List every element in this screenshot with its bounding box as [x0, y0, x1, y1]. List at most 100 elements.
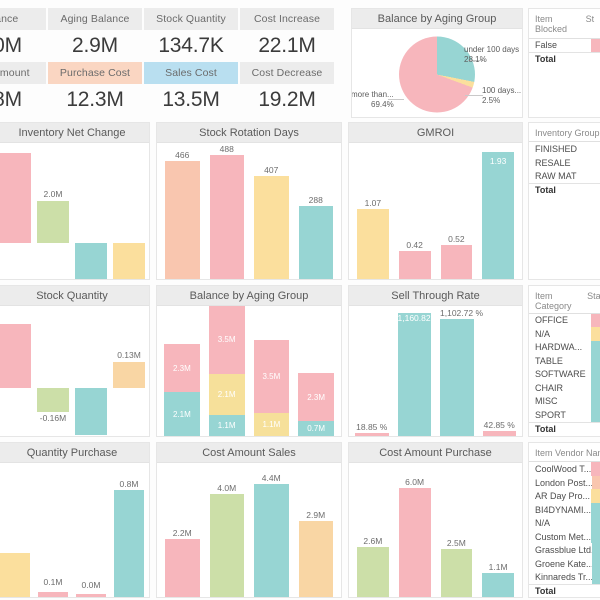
kpi-label-purchase-cost: Purchase Cost [48, 62, 142, 84]
panel-cost-amount-purchase[interactable]: Cost Amount Purchase 2.6M 6.0M 2.5M 1.1M [348, 442, 523, 598]
bar-col: 407 [254, 143, 289, 279]
bar [0, 553, 30, 597]
table-row[interactable]: Custom Met... [529, 529, 600, 544]
bar-label: -0.43M [75, 436, 107, 437]
table-row[interactable]: MISC [529, 394, 600, 409]
kpi-value-aging-balance: 2.9M [72, 34, 118, 57]
table-row[interactable]: CoolWood T... [529, 462, 600, 476]
bar-col [0, 306, 31, 436]
bar-label: 2.5M [446, 538, 466, 548]
bar-col: 2.2M [165, 463, 200, 597]
dashboard-canvas: Balance Aging Balance Stock Quantity Cos… [0, 0, 600, 600]
column-header-name: Item Category [535, 291, 572, 312]
row-label: TABLE [535, 355, 563, 366]
bar [0, 324, 31, 388]
panel-sell-through-rate[interactable]: Sell Through Rate 18.85 % 1,160.82 % 1,1… [348, 285, 523, 437]
bar [76, 594, 106, 597]
row-label: Total [535, 54, 556, 65]
row-status-swatch [591, 462, 600, 476]
panel-balance-by-aging-group-pie[interactable]: Balance by Aging Group under 100 days 28… [351, 8, 523, 118]
bar-label: 0.13M [117, 350, 141, 360]
table-row[interactable]: London Post... [529, 475, 600, 490]
bar-col: 2.5M [440, 463, 473, 597]
table-row[interactable]: N/A [529, 327, 600, 341]
table-item-vendor-name[interactable]: Item Vendor Name CoolWood T... London Po… [528, 442, 600, 598]
panel-title-cost-amount-purchase: Cost Amount Purchase [349, 443, 522, 463]
bar [254, 176, 289, 279]
table-row[interactable]: TABLE [529, 354, 600, 368]
row-label: Custom Met... [535, 531, 591, 542]
panel-title-quantity-purchase: Quantity Purchase [0, 443, 149, 463]
row-label: AR Day Pro... [535, 491, 591, 502]
panel-quantity-purchase[interactable]: Quantity Purchase 0.1M 0.0M 0.8M [0, 442, 150, 598]
plot-quantity-purchase: 0.1M 0.0M 0.8M [0, 463, 149, 597]
bar [0, 153, 31, 243]
table-item-blocked[interactable]: Item Blocked St False Total [528, 8, 600, 118]
panel-inventory-net-change[interactable]: Inventory Net Change 2.0M -1.9M -1.7M [0, 122, 150, 280]
bar-label: 0.0M [81, 580, 101, 590]
kpi-value-cost-decrease: 19.2M [258, 88, 316, 111]
table-row[interactable]: SOFTWARE [529, 367, 600, 382]
kpi-label-cost-increase: Cost Increase [240, 8, 334, 30]
bar-col [0, 463, 30, 597]
column-header-name: Inventory Group [535, 128, 600, 138]
stack-segment: 2.1M [208, 373, 245, 415]
row-label: Groene Kate... [535, 558, 592, 569]
bar-label: 1,160.82 % [397, 313, 441, 323]
row-status-swatch [591, 38, 600, 53]
table-row[interactable]: BI4DYNAMI... [529, 502, 600, 517]
table-row[interactable]: OFFICE [529, 313, 600, 328]
kpi-label-aging-balance: Aging Balance [48, 8, 142, 30]
table-row[interactable]: Groene Kate... [529, 556, 600, 571]
row-label: BI4DYNAMI... [535, 504, 591, 515]
table-item-category[interactable]: Item Category Sta OFFICE N/A HARDWA... T… [528, 285, 600, 437]
row-label: Total [535, 423, 556, 434]
bar [254, 484, 289, 597]
column-header-status[interactable]: Sta [587, 291, 600, 312]
bar-label: 2.2M [172, 528, 192, 538]
bar-col: 4.0M [209, 463, 244, 597]
bar-col: -1.9M [75, 143, 107, 279]
row-status-swatch [591, 423, 600, 436]
stack-segment: 3.5M [253, 340, 290, 413]
column-header-status[interactable]: St [586, 14, 600, 35]
table-row[interactable]: RESALE [529, 156, 600, 170]
table-row-total: Total [529, 421, 600, 436]
pie-label-100-days: 100 days... 2.5% [482, 86, 522, 105]
table-header-item-category: Item Category Sta [529, 286, 600, 314]
plot-stock-quantity: -0.16M -0.43M 0.13M [0, 306, 149, 436]
table-row[interactable]: HARDWA... [529, 340, 600, 355]
pie-label-more-than: more than... 69.4% [351, 90, 394, 109]
table-row[interactable]: Grassblue Ltd. [529, 543, 600, 557]
bar [37, 201, 69, 243]
bar-col: 42.85 % [482, 306, 516, 436]
table-row[interactable]: N/A [529, 516, 600, 530]
table-row[interactable]: FINISHED [529, 142, 600, 156]
panel-stock-rotation-days[interactable]: Stock Rotation Days 466 488 407 288 [156, 122, 342, 280]
table-inventory-group[interactable]: Inventory Group FINISHED RESALE RAW MAT … [528, 122, 600, 280]
table-row[interactable]: AR Day Pro... [529, 489, 600, 503]
bar-label: 407 [264, 165, 279, 175]
bar-label: 288 [308, 195, 323, 205]
bar [440, 549, 473, 597]
row-label: CHAIR [535, 382, 564, 393]
kpi-band: Balance Aging Balance Stock Quantity Cos… [0, 8, 334, 112]
panel-gmroi[interactable]: GMROI 1.07 0.42 0.52 1.93 [348, 122, 523, 280]
table-row[interactable]: CHAIR [529, 381, 600, 395]
bar [114, 490, 144, 597]
panel-stock-quantity[interactable]: Stock Quantity -0.16M -0.43M 0.13M [0, 285, 150, 437]
table-row[interactable]: RAW MAT [529, 169, 600, 183]
bar-col: 0.13M [113, 306, 145, 436]
bar-label: 2.9M [306, 510, 326, 520]
table-row[interactable]: False [529, 38, 600, 53]
table-row[interactable]: Kinnareds Tr... [529, 570, 600, 584]
bar-col: 1,160.82 % [397, 306, 441, 436]
panel-cost-amount-sales[interactable]: Cost Amount Sales 2.2M 4.0M 4.4M 2.9M [156, 442, 342, 598]
panel-balance-by-aging-group-bars[interactable]: Balance by Aging Group 2.3M 2.1M 3.5M 2.… [156, 285, 342, 437]
bar-col: 466 [165, 143, 200, 279]
table-row[interactable]: SPORT [529, 408, 600, 422]
bar [357, 547, 389, 597]
row-status-swatch [591, 313, 600, 328]
row-status-swatch [591, 543, 600, 557]
bar-label: 4.0M [217, 483, 237, 493]
